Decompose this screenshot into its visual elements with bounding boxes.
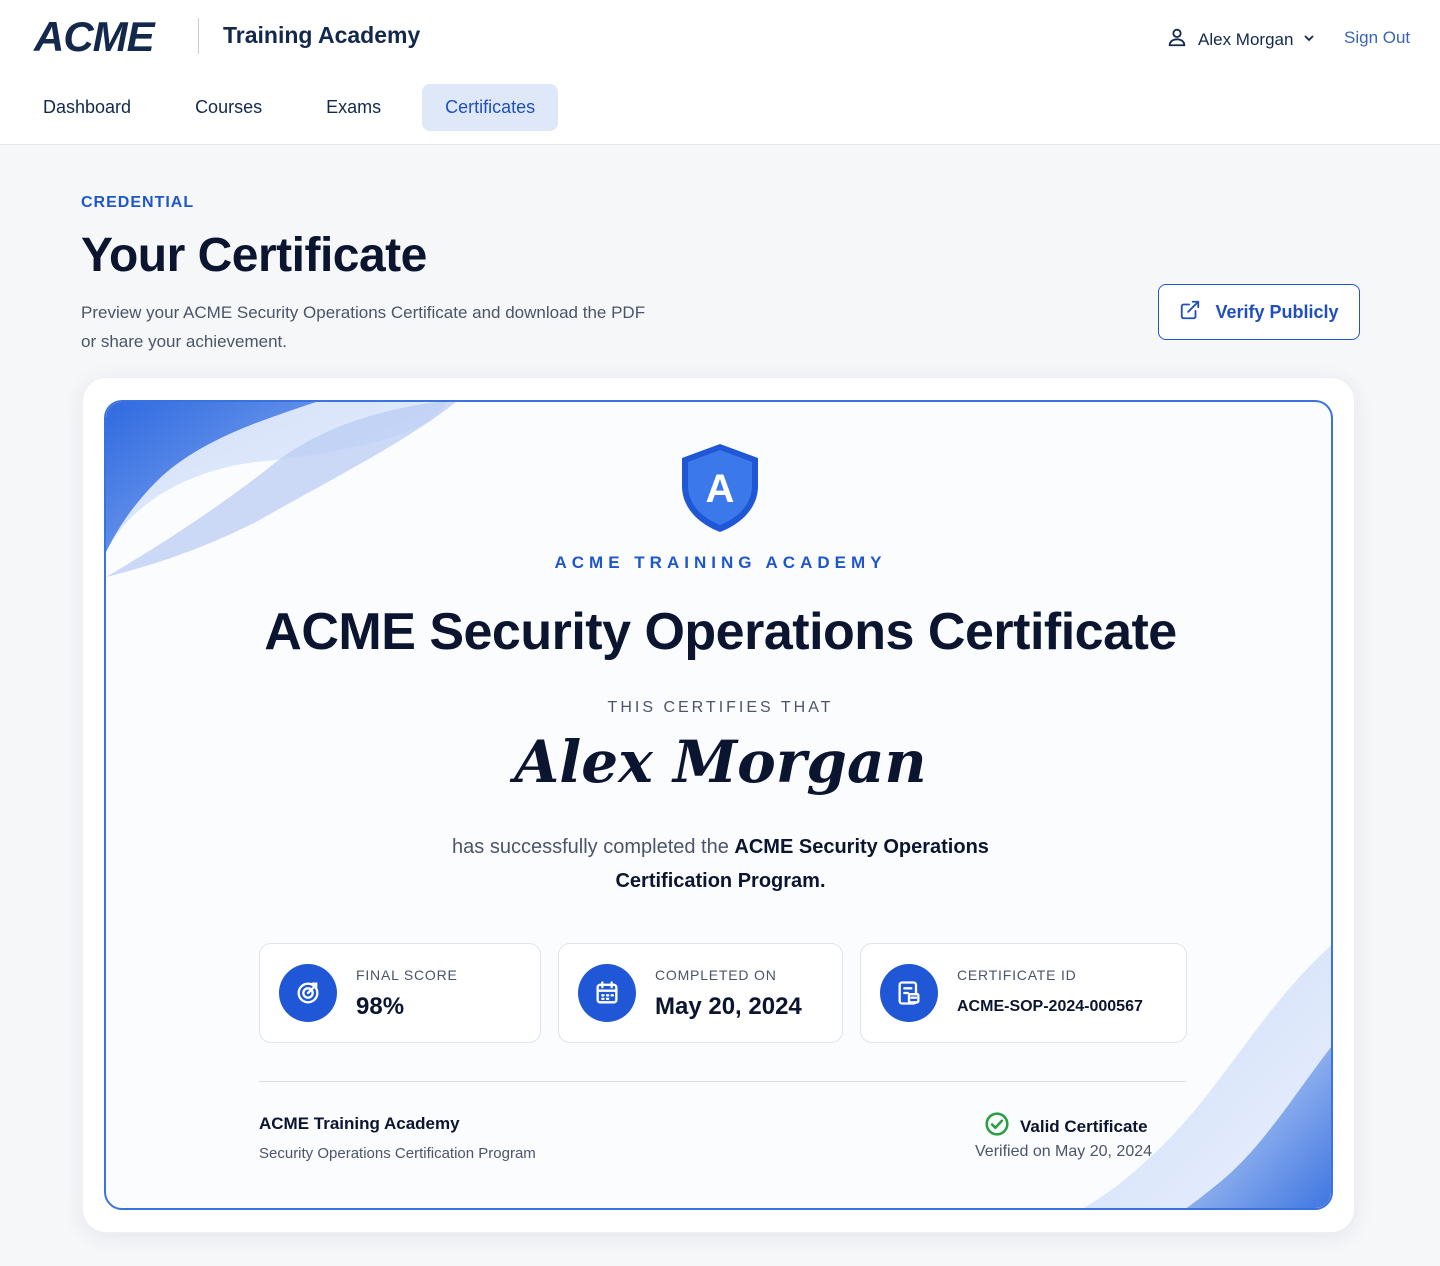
stat-value: May 20, 2024 [655, 993, 802, 1020]
stat-final-score: FINAL SCORE 98% [259, 943, 541, 1043]
app-title: Training Academy [223, 22, 421, 48]
logo-divider [198, 18, 199, 54]
certificate-academy: ACME TRAINING ACADEMY [554, 553, 887, 572]
stat-value[interactable]: ACME-SOP-2024-000567 [957, 998, 1143, 1016]
nav-certificates[interactable]: Certificates [422, 84, 559, 131]
chevron-down-icon [1303, 31, 1315, 49]
nav-exams[interactable]: Exams [303, 84, 404, 131]
certifies-text: THIS CERTIFIES THAT [607, 699, 834, 716]
external-link-icon [1179, 299, 1201, 326]
stat-completed-on: COMPLETED ON May 20, 2024 [558, 943, 843, 1043]
certificate-preview: A ACME TRAINING ACADEMY ACME Security Op… [104, 400, 1333, 1210]
sign-out-link[interactable]: Sign Out [1344, 28, 1410, 48]
shield-logo-icon: A [682, 444, 758, 532]
top-header: ACME Training Academy Alex Morgan Sign O… [0, 0, 1440, 145]
verify-publicly-label: Verify Publicly [1215, 301, 1339, 322]
recipient-name: Alex Morgan [514, 728, 927, 796]
user-icon [1166, 26, 1188, 53]
nav-courses[interactable]: Courses [172, 84, 285, 131]
target-icon [279, 964, 337, 1022]
page-description: Preview your ACME Security Operations Ce… [81, 303, 646, 351]
stat-label: FINAL SCORE [356, 967, 458, 983]
calendar-icon [578, 964, 636, 1022]
user-menu[interactable]: Alex Morgan [1166, 26, 1315, 53]
stat-label: COMPLETED ON [655, 967, 777, 983]
stat-label: CERTIFICATE ID [957, 967, 1077, 983]
footer-divider [259, 1081, 1186, 1082]
page-title: Your Certificate [81, 229, 427, 282]
footer-organization: ACME Training Academy [259, 1114, 460, 1133]
stat-value: 98% [356, 993, 405, 1020]
page-eyebrow: CREDENTIAL [81, 194, 195, 211]
certificate-title: ACME Security Operations Certificate [264, 603, 1177, 661]
completion-statement: has successfully completed the ACME Secu… [406, 830, 1035, 898]
valid-status: Valid Certificate [984, 1111, 1148, 1142]
check-circle-icon [984, 1111, 1010, 1142]
footer-program: Security Operations Certification Progra… [259, 1145, 536, 1162]
valid-certificate-label: Valid Certificate [1020, 1116, 1148, 1136]
verified-on-date: Verified on May 20, 2024 [975, 1143, 1153, 1160]
stat-certificate-id: CERTIFICATE ID ACME-SOP-2024-000567 [860, 943, 1187, 1043]
id-card-icon [880, 964, 938, 1022]
user-name: Alex Morgan [1198, 29, 1294, 49]
nav-dashboard[interactable]: Dashboard [20, 84, 154, 131]
shield-letter: A [706, 467, 735, 511]
main-nav: Dashboard Courses Exams Certificates [20, 84, 576, 131]
acme-logo[interactable]: ACME [34, 13, 155, 61]
completion-prefix: has successfully completed the [452, 836, 729, 858]
verify-publicly-button[interactable]: Verify Publicly [1158, 284, 1360, 340]
